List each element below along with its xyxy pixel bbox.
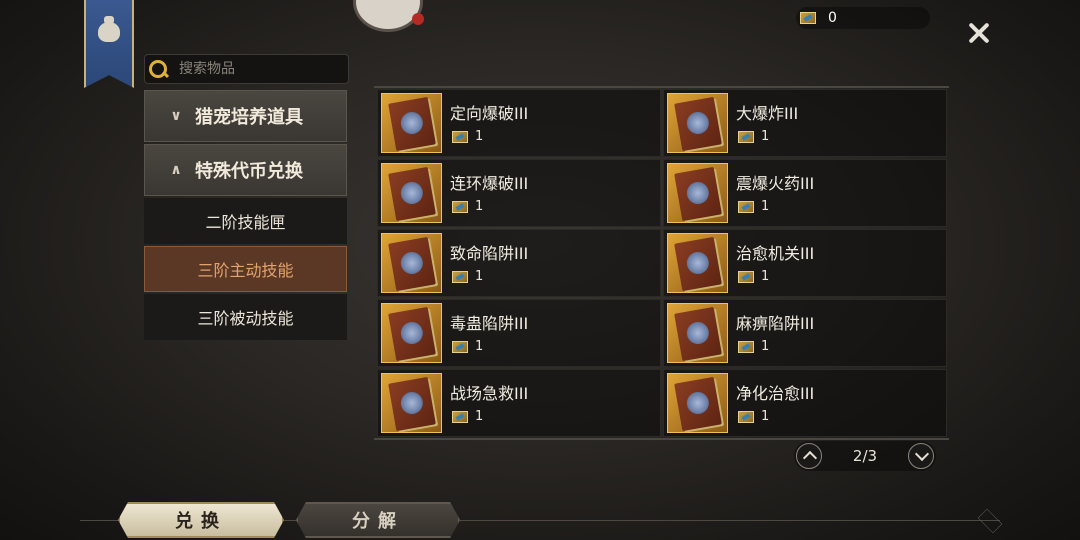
item-icon-frame (667, 373, 728, 433)
skill-book-icon (674, 96, 722, 152)
skill-ticket-icon (452, 410, 468, 423)
item-cost: 1 (738, 199, 769, 214)
pagination: 2/3 (794, 441, 936, 471)
category-label: 特殊代币兑换 (195, 161, 303, 182)
item-card[interactable]: 毒蛊陷阱III 1 (377, 299, 661, 367)
skill-ticket-icon (452, 270, 468, 283)
item-name: 净化治愈III (736, 384, 815, 403)
subcategory-tier2-skill-box[interactable]: 二阶技能匣 (144, 198, 347, 244)
search-input[interactable] (177, 60, 331, 78)
skill-book-icon (388, 166, 436, 222)
skill-book-icon (388, 376, 436, 432)
skill-book-icon (388, 236, 436, 292)
skill-book-icon (388, 96, 436, 152)
item-icon-frame (667, 163, 728, 223)
bag-icon (98, 16, 120, 42)
skill-ticket-icon (452, 130, 468, 143)
item-name: 连环爆破III (450, 174, 529, 193)
chevron-up-icon (802, 450, 818, 466)
item-icon-frame (667, 93, 728, 153)
skill-ticket-icon (452, 340, 468, 353)
inventory-banner (84, 0, 134, 88)
item-icon-frame (667, 303, 728, 363)
skill-ticket-icon (738, 130, 754, 143)
item-card[interactable]: 麻痹陷阱III 1 (663, 299, 947, 367)
skill-ticket-icon (738, 270, 754, 283)
item-icon-frame (667, 233, 728, 293)
page-down-button[interactable] (908, 443, 934, 469)
tab-decompose[interactable]: 分解 (296, 502, 460, 538)
category-label: 猎宠培养道具 (195, 107, 303, 128)
skill-book-icon (388, 306, 436, 362)
skill-book-icon (674, 306, 722, 362)
item-cost: 1 (738, 409, 769, 424)
notification-dot (412, 13, 424, 25)
skill-book-icon (674, 236, 722, 292)
item-name: 毒蛊陷阱III (450, 314, 529, 333)
item-name: 战场急救III (450, 384, 529, 403)
page-indicator: 2/3 (852, 447, 878, 465)
item-icon-frame (381, 93, 442, 153)
item-cost: 1 (452, 269, 483, 284)
skill-ticket-icon (452, 200, 468, 213)
page-up-button[interactable] (796, 443, 822, 469)
subcategory-tier3-passive-skill[interactable]: 三阶被动技能 (144, 294, 347, 340)
item-cost: 1 (738, 129, 769, 144)
skill-book-icon (674, 166, 722, 222)
category-pet-training[interactable]: ∨ 猎宠培养道具 (144, 90, 347, 142)
item-cost-value: 1 (475, 269, 484, 284)
skill-book-icon (674, 376, 722, 432)
item-cost-value: 1 (475, 199, 484, 214)
close-icon[interactable] (964, 18, 994, 48)
item-card[interactable]: 战场急救III 1 (377, 369, 661, 437)
item-cost-value: 1 (761, 199, 770, 214)
item-cost-value: 1 (475, 339, 484, 354)
chevron-down-icon: ∨ (170, 108, 182, 124)
currency-display: 0 (796, 7, 930, 29)
item-cost: 1 (452, 199, 483, 214)
category-special-token[interactable]: ∧ 特殊代币兑换 (144, 144, 347, 196)
item-icon-frame (381, 303, 442, 363)
item-cost-value: 1 (475, 409, 484, 424)
item-icon-frame (381, 373, 442, 433)
item-name: 定向爆破III (450, 104, 529, 123)
currency-amount: 0 (828, 10, 837, 26)
item-cost: 1 (452, 339, 483, 354)
skill-ticket-icon (738, 200, 754, 213)
item-cost: 1 (738, 339, 769, 354)
skill-ticket-icon (738, 340, 754, 353)
ornament-icon (977, 508, 1003, 534)
search-icon[interactable] (147, 58, 169, 80)
item-name: 麻痹陷阱III (736, 314, 815, 333)
item-card[interactable]: 震爆火药III 1 (663, 159, 947, 227)
item-card[interactable]: 连环爆破III 1 (377, 159, 661, 227)
item-cost: 1 (452, 129, 483, 144)
item-icon-frame (381, 233, 442, 293)
chevron-down-icon (914, 446, 930, 462)
item-card[interactable]: 致命陷阱III 1 (377, 229, 661, 297)
search-box[interactable] (144, 54, 349, 84)
avatar[interactable] (353, 0, 424, 32)
item-cost: 1 (738, 269, 769, 284)
chevron-up-icon: ∧ (170, 162, 182, 178)
skill-ticket-icon (738, 410, 754, 423)
item-cost: 1 (452, 409, 483, 424)
item-icon-frame (381, 163, 442, 223)
subcategory-tier3-active-skill[interactable]: 三阶主动技能 (144, 246, 347, 292)
item-card[interactable]: 大爆炸III 1 (663, 89, 947, 157)
item-cost-value: 1 (761, 269, 770, 284)
item-cost-value: 1 (761, 409, 770, 424)
item-cost-value: 1 (761, 339, 770, 354)
item-name: 大爆炸III (736, 104, 799, 123)
item-name: 致命陷阱III (450, 244, 529, 263)
item-card[interactable]: 治愈机关III 1 (663, 229, 947, 297)
item-cost-value: 1 (761, 129, 770, 144)
item-card[interactable]: 定向爆破III 1 (377, 89, 661, 157)
item-cost-value: 1 (475, 129, 484, 144)
skill-ticket-icon (800, 12, 816, 24)
tab-exchange[interactable]: 兑换 (118, 502, 284, 538)
item-name: 震爆火药III (736, 174, 815, 193)
item-card[interactable]: 净化治愈III 1 (663, 369, 947, 437)
item-name: 治愈机关III (736, 244, 815, 263)
